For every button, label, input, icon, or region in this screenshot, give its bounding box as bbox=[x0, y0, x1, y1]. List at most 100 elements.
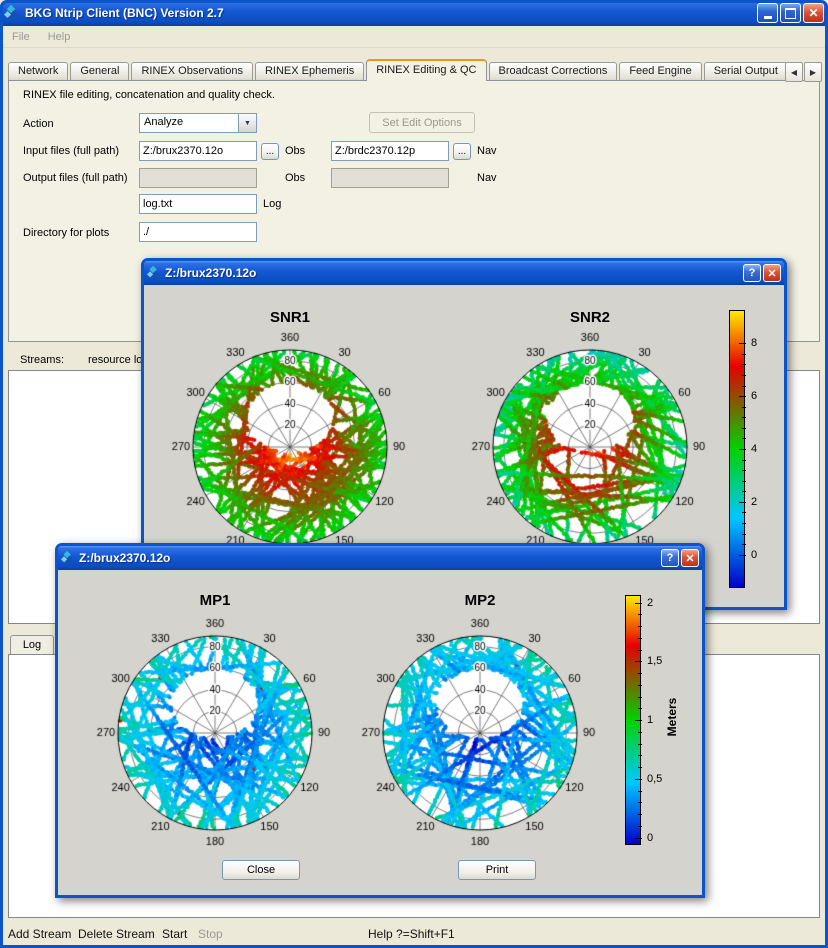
dialog-icon bbox=[147, 266, 161, 280]
statusbar-delete-stream[interactable]: Delete Stream bbox=[78, 927, 155, 941]
tab-scroll-left-icon[interactable]: ◀ bbox=[785, 62, 803, 82]
log-suffix-label: Log bbox=[263, 198, 281, 210]
print-button[interactable]: Print bbox=[458, 860, 536, 880]
colorbar-minor-tick bbox=[742, 354, 746, 355]
dialog-icon bbox=[61, 551, 75, 565]
output-files-label: Output files (full path) bbox=[23, 172, 128, 184]
colorbar-minor-tick bbox=[638, 638, 642, 639]
tab-network[interactable]: Network bbox=[8, 62, 68, 80]
statusbar-add-stream[interactable]: Add Stream bbox=[8, 927, 71, 941]
colorbar-minor-tick bbox=[638, 708, 642, 709]
colorbar-minor-tick bbox=[742, 386, 746, 387]
input-obs-file-field[interactable] bbox=[139, 141, 257, 161]
colorbar-tick-label: 0,5 bbox=[647, 773, 662, 785]
action-select[interactable]: Analyze ▼ bbox=[139, 113, 257, 133]
colorbar-tick-label: 2 bbox=[751, 496, 757, 508]
menu-file[interactable]: File bbox=[3, 31, 39, 43]
tab-log[interactable]: Log bbox=[10, 635, 54, 654]
colorbar-tick-label: 1 bbox=[647, 714, 653, 726]
colorbar-minor-tick bbox=[638, 767, 642, 768]
browse-obs-button[interactable]: ... bbox=[261, 143, 279, 160]
colorbar-tick-label: 8 bbox=[751, 337, 757, 349]
colorbar-minor-tick bbox=[742, 428, 746, 429]
colorbar-tick-label: 6 bbox=[751, 390, 757, 402]
input-files-label: Input files (full path) bbox=[23, 145, 119, 157]
mp1-skyplot bbox=[83, 605, 347, 851]
help-button[interactable]: ? bbox=[743, 264, 761, 282]
tab-rinex-observations[interactable]: RINEX Observations bbox=[131, 62, 252, 80]
colorbar-minor-tick bbox=[638, 814, 642, 815]
colorbar-tick-mark bbox=[635, 720, 642, 721]
colorbar-minor-tick bbox=[742, 481, 746, 482]
colorbar-minor-tick bbox=[742, 438, 746, 439]
colorbar-minor-tick bbox=[638, 650, 642, 651]
output-obs-file-field bbox=[139, 168, 257, 188]
mp-plot-dialog: Z:/brux2370.12o ? ✕ MP1 MP2 21,510,50 Me… bbox=[55, 543, 705, 898]
input-nav-file-field[interactable] bbox=[331, 141, 449, 161]
output-nav-suffix-label: Nav bbox=[477, 172, 497, 184]
colorbar-tick-mark bbox=[739, 502, 746, 503]
colorbar-tick-label: 0 bbox=[647, 832, 653, 844]
mp-dialog-content: MP1 MP2 21,510,50 Meters Close Print bbox=[58, 570, 702, 895]
colorbar-tick-mark bbox=[739, 449, 746, 450]
tab-scroll-right-icon[interactable]: ▶ bbox=[804, 62, 822, 82]
tab-rinex-ephemeris[interactable]: RINEX Ephemeris bbox=[255, 62, 364, 80]
colorbar-tick-mark bbox=[739, 343, 746, 344]
colorbar-minor-tick bbox=[638, 755, 642, 756]
app-icon bbox=[4, 5, 20, 21]
colorbar-tick-mark bbox=[739, 396, 746, 397]
colorbar-tick-mark bbox=[635, 838, 642, 839]
tab-general[interactable]: General bbox=[70, 62, 129, 80]
logfile-field[interactable] bbox=[139, 194, 257, 214]
colorbar-minor-tick bbox=[638, 673, 642, 674]
close-icon[interactable]: ✕ bbox=[763, 264, 781, 282]
colorbar-minor-tick bbox=[638, 697, 642, 698]
maximize-button[interactable] bbox=[780, 3, 801, 23]
tab-scroll: ◀ ▶ bbox=[784, 62, 822, 82]
tab-feed-engine[interactable]: Feed Engine bbox=[619, 62, 701, 80]
output-obs-suffix-label: Obs bbox=[285, 172, 305, 184]
colorbar-tick-label: 4 bbox=[751, 443, 757, 455]
colorbar-minor-tick bbox=[638, 826, 642, 827]
colorbar-minor-tick bbox=[638, 802, 642, 803]
colorbar-minor-tick bbox=[638, 626, 642, 627]
snr1-skyplot bbox=[158, 319, 422, 565]
tab-serial-output[interactable]: Serial Output bbox=[704, 62, 788, 80]
dialog-titlebar[interactable]: Z:/brux2370.12o ? ✕ bbox=[144, 261, 784, 285]
plots-dir-label: Directory for plots bbox=[23, 227, 109, 239]
colorbar-minor-tick bbox=[638, 685, 642, 686]
help-button[interactable]: ? bbox=[661, 549, 679, 567]
colorbar-tick-label: 0 bbox=[751, 549, 757, 561]
colorbar-minor-tick bbox=[742, 470, 746, 471]
colorbar-minor-tick bbox=[638, 732, 642, 733]
main-titlebar[interactable]: BKG Ntrip Client (BNC) Version 2.7 ✕ bbox=[0, 0, 828, 26]
panel-intro: RINEX file editing, concatenation and qu… bbox=[23, 89, 275, 101]
action-label: Action bbox=[23, 118, 54, 130]
colorbar-minor-tick bbox=[742, 417, 746, 418]
close-button[interactable]: ✕ bbox=[803, 3, 824, 23]
tab-rinex-editing-qc[interactable]: RINEX Editing & QC bbox=[366, 59, 486, 81]
minimize-button[interactable] bbox=[757, 3, 778, 23]
close-icon[interactable]: ✕ bbox=[681, 549, 699, 567]
colorbar-minor-tick bbox=[742, 460, 746, 461]
colorbar-minor-tick bbox=[742, 512, 746, 513]
statusbar-start[interactable]: Start bbox=[162, 927, 187, 941]
streams-header: Streams: bbox=[20, 354, 64, 366]
plots-dir-field[interactable] bbox=[139, 222, 257, 242]
colorbar-tick-mark bbox=[739, 555, 746, 556]
menu-help[interactable]: Help bbox=[39, 31, 80, 43]
snr-colorbar: 8 6 4 2 0 bbox=[729, 310, 775, 588]
close-dialog-button[interactable]: Close bbox=[222, 860, 300, 880]
maximize-icon bbox=[785, 8, 796, 19]
colorbar-minor-tick bbox=[742, 407, 746, 408]
tabbar: Network General RINEX Observations RINEX… bbox=[8, 59, 788, 81]
colorbar-minor-tick bbox=[638, 614, 642, 615]
browse-nav-button[interactable]: ... bbox=[453, 143, 471, 160]
obs-suffix-label: Obs bbox=[285, 145, 305, 157]
tab-broadcast-corrections[interactable]: Broadcast Corrections bbox=[489, 62, 618, 80]
set-edit-options-button: Set Edit Options bbox=[369, 112, 475, 133]
colorbar-minor-tick bbox=[638, 791, 642, 792]
colorbar-tick-label: 1,5 bbox=[647, 655, 662, 667]
dialog-titlebar[interactable]: Z:/brux2370.12o ? ✕ bbox=[58, 546, 702, 570]
statusbar: Add Stream Delete Stream Start Stop Help… bbox=[0, 920, 828, 948]
